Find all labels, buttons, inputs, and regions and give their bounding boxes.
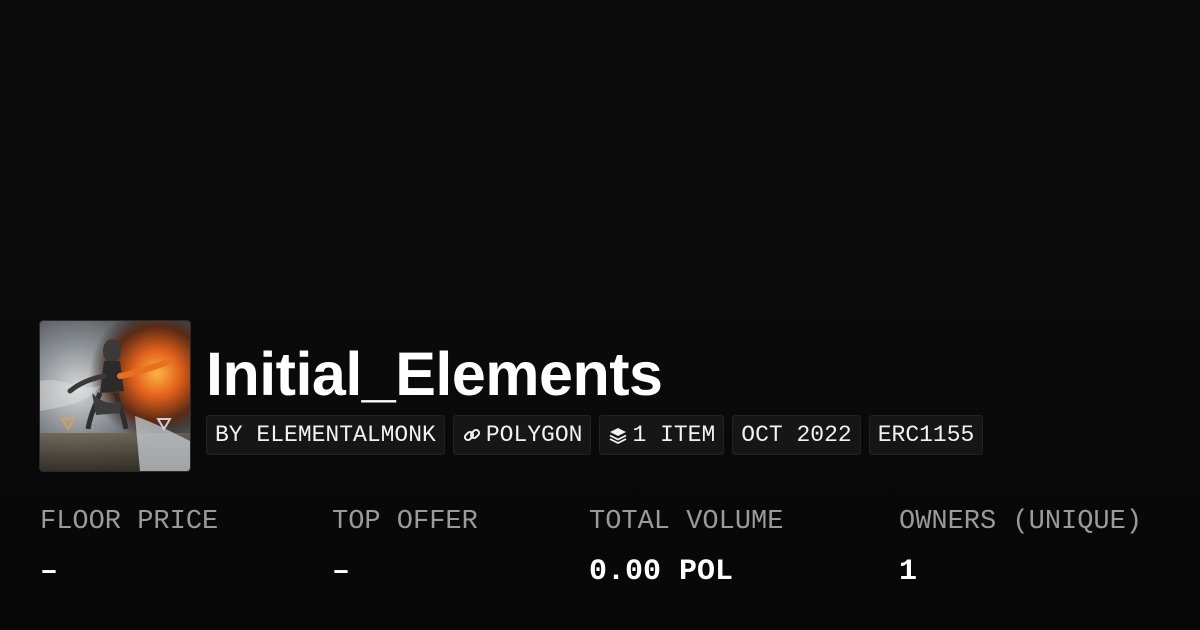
owners-label: OWNERS (UNIQUE) (899, 507, 1143, 537)
total-volume-stat: TOTAL VOLUME 0.00 POL (589, 503, 783, 591)
floor-price-label: FLOOR PRICE (40, 507, 219, 537)
token-standard-label: ERC1155 (877, 422, 975, 448)
top-offer-label: TOP OFFER (332, 507, 478, 537)
collection-stats: FLOOR PRICE – TOP OFFER – TOTAL VOLUME 0… (0, 503, 1200, 603)
created-date-label: OCT 2022 (741, 422, 852, 448)
created-date-tag: OCT 2022 (732, 415, 861, 455)
chain-link-icon (462, 425, 482, 445)
collection-title: Initial_Elements (206, 340, 663, 408)
collection-artwork-image (40, 321, 190, 471)
total-volume-label: TOTAL VOLUME (589, 507, 784, 537)
chain-tag-label: POLYGON (485, 422, 583, 448)
item-count-label: 1 ITEM (632, 422, 716, 448)
token-standard-tag: ERC1155 (868, 415, 984, 455)
top-offer-value: – (332, 555, 351, 589)
floor-price-value: – (40, 555, 59, 589)
chain-tag[interactable]: POLYGON (452, 415, 592, 455)
creator-tag-label: BY ELEMENTALMONK (215, 422, 436, 448)
creator-tag[interactable]: BY ELEMENTALMONK (206, 415, 445, 455)
collection-thumbnail (39, 320, 191, 472)
owners-value: 1 (899, 555, 918, 589)
item-count-tag: 1 ITEM (599, 415, 725, 455)
stack-layers-icon (608, 425, 628, 445)
collection-tags: BY ELEMENTALMONK POLYGON 1 ITEM OCT 2022… (206, 415, 984, 455)
top-offer-stat: TOP OFFER – (332, 503, 478, 591)
owners-stat: OWNERS (UNIQUE) 1 (899, 503, 1142, 591)
total-volume-value: 0.00 POL (589, 555, 734, 589)
floor-price-stat: FLOOR PRICE – (40, 503, 218, 591)
collection-banner (0, 0, 1200, 300)
